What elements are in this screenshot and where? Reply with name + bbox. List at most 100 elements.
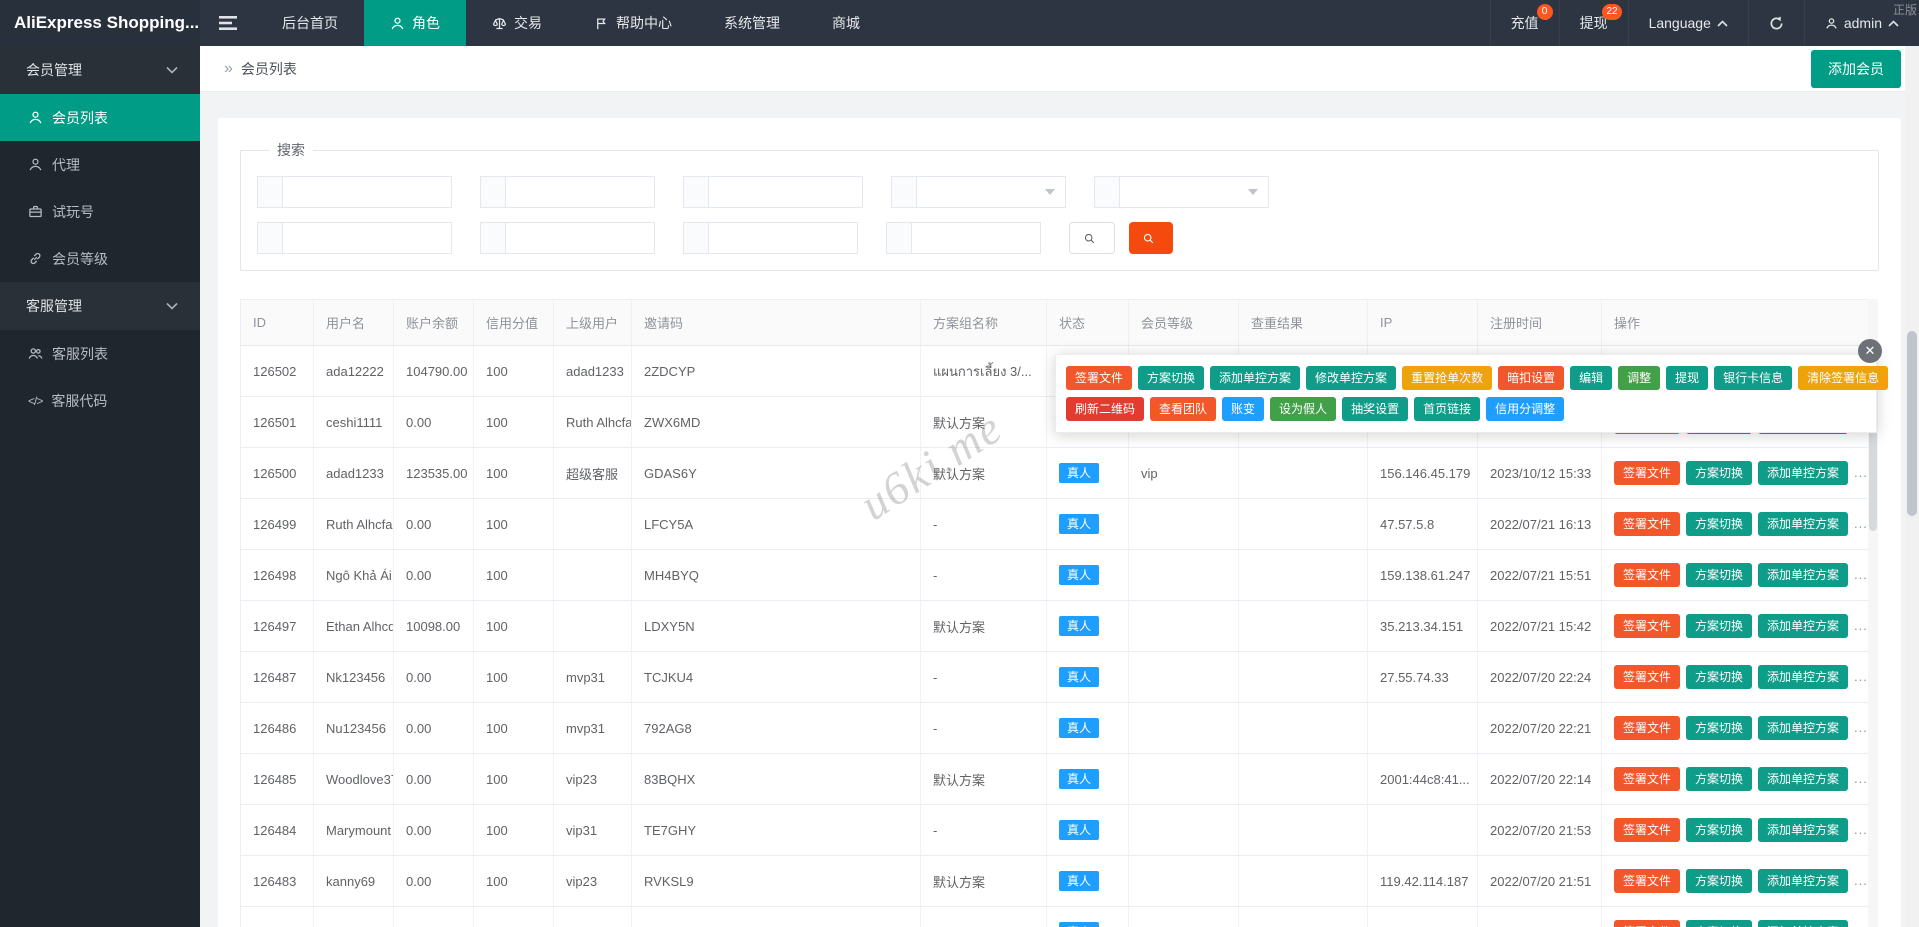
more-actions-button[interactable]: ... xyxy=(1854,771,1867,786)
more-actions-button[interactable]: ... xyxy=(1854,618,1867,633)
row-action-方案切换[interactable]: 方案切换 xyxy=(1686,665,1753,689)
nav-item-trade[interactable]: 交易 xyxy=(466,0,568,46)
row-action-方案切换[interactable]: 方案切换 xyxy=(1686,716,1753,740)
cell-id: 126500 xyxy=(240,447,314,499)
row-action-签署文件[interactable]: 签署文件 xyxy=(1614,869,1681,893)
sidebar-item-member-list[interactable]: 会员列表 xyxy=(0,94,200,141)
sidebar-item-service-code[interactable]: </> 客服代码 xyxy=(0,377,200,424)
popup-action-抽奖设置[interactable]: 抽奖设置 xyxy=(1342,397,1409,421)
row-action-签署文件[interactable]: 签署文件 xyxy=(1614,818,1681,842)
体验金-select[interactable] xyxy=(1119,176,1269,208)
more-actions-button[interactable]: ... xyxy=(1854,669,1867,684)
search-group-开户卡号 xyxy=(257,222,452,254)
menu-toggle-icon[interactable] xyxy=(200,0,256,46)
row-action-添加单控方案[interactable]: 添加单控方案 xyxy=(1758,461,1849,485)
row-action-方案切换[interactable]: 方案切换 xyxy=(1686,563,1753,587)
popup-action-提现[interactable]: 提现 xyxy=(1666,366,1709,390)
popup-action-设为假人[interactable]: 设为假人 xyxy=(1270,397,1337,421)
nav-item-help[interactable]: 帮助中心 xyxy=(568,0,698,46)
row-action-方案切换[interactable]: 方案切换 xyxy=(1686,920,1753,927)
more-actions-button[interactable]: ... xyxy=(1854,720,1867,735)
withdraw-nav[interactable]: 提现 22 xyxy=(1558,0,1628,46)
row-action-添加单控方案[interactable]: 添加单控方案 xyxy=(1758,767,1849,791)
注册时间-input[interactable] xyxy=(708,176,863,208)
用户名称-input[interactable] xyxy=(282,176,452,208)
row-action-添加单控方案[interactable]: 添加单控方案 xyxy=(1758,512,1849,536)
row-action-签署文件[interactable]: 签署文件 xyxy=(1614,461,1681,485)
row-action-方案切换[interactable]: 方案切换 xyxy=(1686,767,1753,791)
person-icon xyxy=(29,111,42,124)
sidebar-item-trial-account[interactable]: 试玩号 xyxy=(0,188,200,235)
row-action-添加单控方案[interactable]: 添加单控方案 xyxy=(1758,563,1849,587)
row-action-添加单控方案[interactable]: 添加单控方案 xyxy=(1758,716,1849,740)
开户电话-input[interactable] xyxy=(708,222,858,254)
手机号码-input[interactable] xyxy=(505,176,655,208)
nav-item-system[interactable]: 系统管理 xyxy=(698,0,806,46)
sidebar-item-service-list[interactable]: 客服列表 xyxy=(0,330,200,377)
sidebar-section-service[interactable]: 客服管理 xyxy=(0,282,200,330)
add-member-button[interactable]: 添加会员 xyxy=(1811,49,1901,88)
popup-action-签署文件[interactable]: 签署文件 xyxy=(1066,366,1133,390)
window-scrollbar-thumb[interactable] xyxy=(1907,331,1917,516)
popup-action-清除签署信息[interactable]: 清除签署信息 xyxy=(1798,366,1889,390)
popup-action-账变[interactable]: 账变 xyxy=(1222,397,1265,421)
search-button[interactable] xyxy=(1069,222,1115,254)
popup-action-编辑[interactable]: 编辑 xyxy=(1570,366,1613,390)
more-actions-button[interactable]: ... xyxy=(1854,873,1867,888)
popup-action-信用分调整[interactable]: 信用分调整 xyxy=(1486,397,1565,421)
row-action-签署文件[interactable]: 签署文件 xyxy=(1614,512,1681,536)
row-action-签署文件[interactable]: 签署文件 xyxy=(1614,563,1681,587)
sidebar-section-member[interactable]: 会员管理 xyxy=(0,46,200,94)
more-actions-button[interactable]: ... xyxy=(1854,465,1867,480)
sidebar-item-label: 会员等级 xyxy=(52,250,108,267)
sidebar-item-agent[interactable]: 代理 xyxy=(0,141,200,188)
more-actions-button[interactable]: ... xyxy=(1854,516,1867,531)
popup-action-查看团队[interactable]: 查看团队 xyxy=(1150,397,1217,421)
开户卡号-input[interactable] xyxy=(282,222,452,254)
popup-action-调整[interactable]: 调整 xyxy=(1618,366,1661,390)
recharge-nav[interactable]: 充值 0 xyxy=(1489,0,1559,46)
row-action-签署文件[interactable]: 签署文件 xyxy=(1614,716,1681,740)
row-action-签署文件[interactable]: 签署文件 xyxy=(1614,767,1681,791)
language-menu[interactable]: Language xyxy=(1627,0,1748,46)
row-action-添加单控方案[interactable]: 添加单控方案 xyxy=(1758,665,1849,689)
popup-action-添加单控方案[interactable]: 添加单控方案 xyxy=(1210,366,1301,390)
状态-select[interactable] xyxy=(916,176,1066,208)
popup-action-银行卡信息[interactable]: 银行卡信息 xyxy=(1714,366,1793,390)
row-action-签署文件[interactable]: 签署文件 xyxy=(1614,665,1681,689)
more-actions-button[interactable]: ... xyxy=(1854,567,1867,582)
popup-action-方案切换[interactable]: 方案切换 xyxy=(1138,366,1205,390)
row-action-方案切换[interactable]: 方案切换 xyxy=(1686,869,1753,893)
cell-id: 126482 xyxy=(240,906,314,927)
sidebar-item-member-level[interactable]: 会员等级 xyxy=(0,235,200,282)
table-row-126498: 126498 Ngô Khả Ái 0.00 100 MH4BYQ - 真人 159.138.… xyxy=(240,549,1869,601)
popup-action-重置抢单次数[interactable]: 重置抢单次数 xyxy=(1402,366,1493,390)
nav-item-dashboard[interactable]: 后台首页 xyxy=(256,0,364,46)
export-button[interactable] xyxy=(1129,222,1173,254)
more-actions-button[interactable]: ... xyxy=(1854,822,1867,837)
Line-input[interactable] xyxy=(505,222,655,254)
popup-action-暗扣设置[interactable]: 暗扣设置 xyxy=(1498,366,1565,390)
table-row-126485: 126485 Woodlove37 0.00 100 vip23 83BQHX 默认方案 真人… xyxy=(240,753,1869,805)
window-scrollbar[interactable] xyxy=(1905,46,1919,927)
row-action-添加单控方案[interactable]: 添加单控方案 xyxy=(1758,920,1849,927)
popup-close-icon[interactable]: ✕ xyxy=(1858,339,1882,363)
popup-action-修改单控方案[interactable]: 修改单控方案 xyxy=(1306,366,1397,390)
nav-item-roles[interactable]: 角色 xyxy=(364,0,466,46)
row-action-方案切换[interactable]: 方案切换 xyxy=(1686,818,1753,842)
sidebar-item-label: 客服代码 xyxy=(51,392,108,409)
nav-item-mall[interactable]: 商城 xyxy=(806,0,886,46)
row-action-添加单控方案[interactable]: 添加单控方案 xyxy=(1758,818,1849,842)
row-action-方案切换[interactable]: 方案切换 xyxy=(1686,512,1753,536)
row-action-添加单控方案[interactable]: 添加单控方案 xyxy=(1758,614,1849,638)
row-action-添加单控方案[interactable]: 添加单控方案 xyxy=(1758,869,1849,893)
cell-status: 真人 xyxy=(1046,753,1129,805)
row-action-方案切换[interactable]: 方案切换 xyxy=(1686,614,1753,638)
popup-action-首页链接[interactable]: 首页链接 xyxy=(1414,397,1481,421)
row-action-签署文件[interactable]: 签署文件 xyxy=(1614,920,1681,927)
row-action-签署文件[interactable]: 签署文件 xyxy=(1614,614,1681,638)
refresh-button[interactable] xyxy=(1747,0,1804,46)
popup-action-刷新二维码[interactable]: 刷新二维码 xyxy=(1066,397,1145,421)
IP-input[interactable] xyxy=(911,222,1041,254)
row-action-方案切换[interactable]: 方案切换 xyxy=(1686,461,1753,485)
